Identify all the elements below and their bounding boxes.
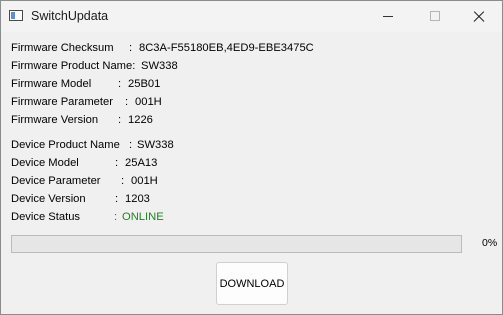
download-button[interactable]: DOWNLOAD xyxy=(216,262,288,305)
window-title: SwitchUpdata xyxy=(31,9,109,23)
maximize-icon xyxy=(411,1,457,32)
device-model-value: 25A13 xyxy=(125,157,158,169)
firmware-model-value: 25B01 xyxy=(128,78,161,90)
firmware-product-name-label: Firmware Product Name: xyxy=(11,60,136,72)
device-version-sep: : xyxy=(115,193,119,205)
device-product-name-label: Device Product Name xyxy=(11,139,120,151)
firmware-model-label: Firmware Model xyxy=(11,78,92,90)
app-window: SwitchUpdata Firmware Checksum : 8C3A-F5… xyxy=(0,0,503,315)
device-status-value: ONLINE xyxy=(122,211,164,223)
device-status-sep: : xyxy=(114,211,118,223)
device-version-value: 1203 xyxy=(125,193,150,205)
firmware-product-name-value: SW338 xyxy=(141,60,178,72)
firmware-parameter-label: Firmware Parameter xyxy=(11,96,113,108)
firmware-parameter-value: 001H xyxy=(135,96,162,108)
device-product-name-value: SW338 xyxy=(137,139,174,151)
download-progress-bar xyxy=(11,235,462,253)
firmware-checksum-label: Firmware Checksum xyxy=(11,42,114,54)
close-icon[interactable] xyxy=(456,1,502,32)
device-model-sep: : xyxy=(115,157,119,169)
firmware-checksum-sep: : xyxy=(129,42,133,54)
progress-percent: 0% xyxy=(482,237,498,249)
firmware-parameter-sep: : xyxy=(125,96,129,108)
device-status-label: Device Status xyxy=(11,211,81,223)
firmware-version-label: Firmware Version xyxy=(11,114,99,126)
title-bar[interactable]: SwitchUpdata xyxy=(1,1,502,32)
device-parameter-sep: : xyxy=(121,175,125,187)
firmware-model-sep: : xyxy=(118,78,122,90)
device-product-name-sep: : xyxy=(129,139,133,151)
device-model-label: Device Model xyxy=(11,157,79,169)
device-version-label: Device Version xyxy=(11,193,86,205)
app-window-icon xyxy=(9,10,23,21)
firmware-version-value: 1226 xyxy=(128,114,153,126)
device-parameter-value: 001H xyxy=(131,175,158,187)
device-parameter-label: Device Parameter xyxy=(11,175,101,187)
firmware-checksum-value: 8C3A-F55180EB,4ED9-EBE3475C xyxy=(139,42,314,54)
firmware-version-sep: : xyxy=(118,114,122,126)
minimize-icon[interactable] xyxy=(365,1,411,32)
